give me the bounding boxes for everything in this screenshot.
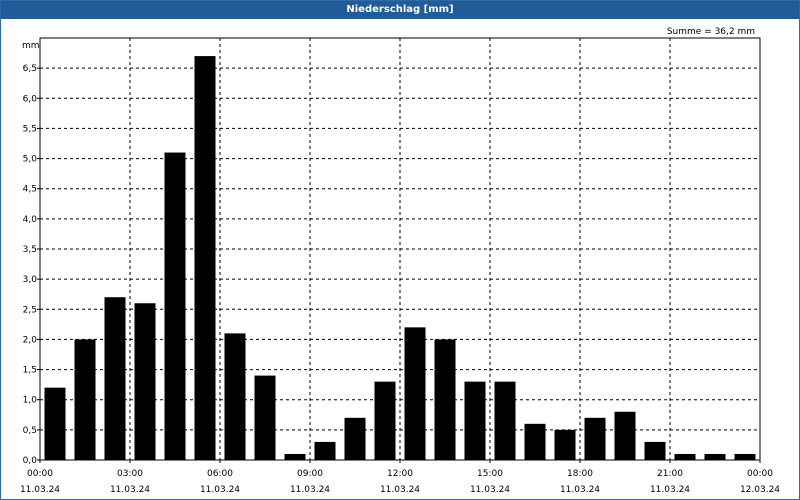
- x-tick-time-label: 06:00: [207, 469, 233, 479]
- y-tick-label: 0,0: [23, 456, 38, 466]
- bar: [224, 333, 246, 460]
- x-tick-date-label: 11.03.24: [200, 485, 240, 495]
- x-tick-date-label: 11.03.24: [650, 485, 690, 495]
- sum-annotation: Summe = 36,2 mm: [667, 27, 755, 37]
- y-tick-label: 3,5: [23, 245, 37, 255]
- x-tick-time-label: 21:00: [657, 469, 683, 479]
- bar: [44, 387, 66, 460]
- bar: [254, 375, 276, 460]
- y-tick-label: 6,0: [23, 94, 38, 104]
- bar: [284, 453, 306, 460]
- x-tick-date-label: 11.03.24: [470, 485, 510, 495]
- bar: [734, 453, 756, 460]
- bar: [614, 411, 636, 460]
- y-axis-ticks: 0,0 0,5 1,0 1,5 2,0 2,5 3,0 3,5 4,0 4,5 5,0 5,5 6,0 6…: [23, 64, 40, 466]
- bar: [434, 339, 456, 460]
- x-tick-date-label: 11.03.24: [290, 485, 330, 495]
- bar: [404, 327, 426, 460]
- y-axis-label: mm: [22, 41, 40, 51]
- precipitation-chart: 0,0 0,5 1,0 1,5 2,0 2,5 3,0 3,5 4,0 4,5 5,0 5,5 6,0 6…: [20, 27, 780, 495]
- x-tick-date-label: 11.03.24: [560, 485, 600, 495]
- x-tick-date-label: 12.03.24: [740, 485, 780, 495]
- bar: [644, 441, 666, 460]
- bar: [134, 303, 156, 460]
- y-tick-label: 1,0: [23, 396, 38, 406]
- y-tick-label: 6,5: [23, 64, 37, 74]
- bar: [344, 417, 366, 460]
- y-tick-label: 2,5: [23, 305, 37, 315]
- bar: [374, 381, 396, 460]
- y-tick-label: 1,5: [23, 366, 37, 376]
- x-tick-time-label: 00:00: [747, 469, 773, 479]
- x-axis-ticks: 00:00 11.03.24 03:00 11.03.24 06:00 11.03.24 0…: [20, 460, 780, 495]
- bar: [674, 453, 696, 460]
- x-tick-date-label: 11.03.24: [20, 485, 60, 495]
- bar: [524, 423, 546, 460]
- bar: [314, 441, 336, 460]
- x-tick-time-label: 00:00: [27, 469, 53, 479]
- bar: [464, 381, 486, 460]
- bar: [584, 417, 606, 460]
- bar: [554, 429, 576, 460]
- x-tick-time-label: 03:00: [117, 469, 143, 479]
- y-tick-label: 0,5: [23, 426, 37, 436]
- y-tick-label: 5,5: [23, 124, 37, 134]
- bar: [74, 339, 96, 460]
- bar: [104, 297, 126, 460]
- x-tick-time-label: 18:00: [567, 469, 593, 479]
- y-tick-label: 2,0: [23, 335, 38, 345]
- x-tick-date-label: 11.03.24: [380, 485, 420, 495]
- bar: [164, 152, 186, 461]
- x-tick-time-label: 15:00: [477, 469, 503, 479]
- x-tick-date-label: 11.03.24: [110, 485, 150, 495]
- bar: [704, 453, 726, 460]
- y-tick-label: 5,0: [23, 155, 38, 165]
- y-tick-label: 3,0: [23, 275, 38, 285]
- bar: [494, 381, 516, 460]
- x-tick-time-label: 12:00: [387, 469, 413, 479]
- y-tick-label: 4,5: [23, 185, 37, 195]
- x-tick-time-label: 09:00: [297, 469, 323, 479]
- bar: [194, 56, 216, 460]
- y-tick-label: 4,0: [23, 215, 38, 225]
